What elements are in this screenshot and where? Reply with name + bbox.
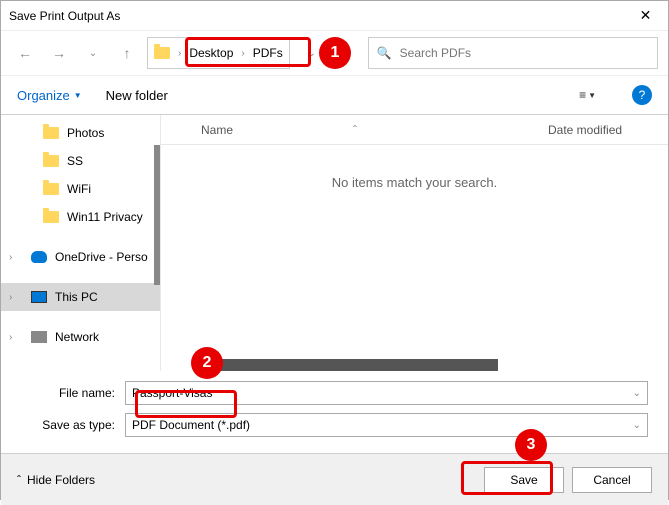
breadcrumb-item[interactable]: PDFs: [253, 46, 283, 60]
new-folder-button[interactable]: New folder: [106, 88, 168, 103]
tree-item[interactable]: › OneDrive - Perso: [1, 243, 160, 271]
up-button[interactable]: ↑: [113, 39, 141, 67]
back-button[interactable]: ←: [11, 39, 39, 67]
breadcrumb[interactable]: › Desktop › PDFs: [147, 37, 290, 69]
search-icon: 🔍: [377, 46, 392, 60]
search-box[interactable]: 🔍: [368, 37, 658, 69]
recent-dropdown[interactable]: ⌄: [79, 39, 107, 67]
chevron-down-icon[interactable]: ⌄: [633, 420, 641, 431]
scrollbar-thumb[interactable]: [201, 359, 498, 371]
annotation-badge: 2: [191, 347, 223, 379]
chevron-right-icon: ›: [241, 48, 244, 59]
view-mode-button[interactable]: ≡ ▼: [579, 88, 596, 102]
file-list-pane: Name ˆ Date modified No items match your…: [161, 115, 668, 371]
tree-item[interactable]: › This PC: [1, 283, 160, 311]
net-icon: [31, 331, 47, 343]
close-button[interactable]: ✕: [623, 1, 668, 31]
tree-item-label: OneDrive - Perso: [55, 250, 148, 264]
tree-item[interactable]: Win11 Privacy: [1, 203, 160, 231]
chevron-up-icon: ˆ: [17, 473, 21, 487]
window-title: Save Print Output As: [9, 9, 120, 23]
sort-indicator-icon: ˆ: [353, 123, 357, 137]
chevron-down-icon[interactable]: ⌄: [633, 388, 641, 399]
hide-folders-toggle[interactable]: ˆ Hide Folders: [17, 473, 95, 487]
title-bar: Save Print Output As ✕: [1, 1, 668, 31]
annotation-badge: 3: [515, 429, 547, 461]
tree-item-label: Win11 Privacy: [67, 210, 143, 224]
empty-message: No items match your search.: [161, 175, 668, 190]
chevron-down-icon: ▼: [74, 91, 82, 100]
forward-button[interactable]: →: [45, 39, 73, 67]
dialog-footer: ˆ Hide Folders Save Cancel: [1, 453, 668, 505]
chevron-right-icon: ›: [178, 48, 181, 59]
horizontal-scrollbar[interactable]: [201, 359, 658, 371]
column-headers: Name ˆ Date modified: [161, 115, 668, 145]
chevron-down-icon: ▼: [588, 91, 596, 100]
save-button[interactable]: Save: [484, 467, 564, 493]
annotation-badge: 1: [319, 37, 351, 69]
folder-icon: [43, 183, 59, 195]
expand-icon[interactable]: ›: [9, 332, 21, 343]
nav-pane: Photos SS WiFi Win11 Privacy › OneDrive - Per…: [1, 115, 161, 371]
scrollbar[interactable]: [154, 145, 160, 285]
tree-item[interactable]: WiFi: [1, 175, 160, 203]
cancel-button[interactable]: Cancel: [572, 467, 652, 493]
tree-item[interactable]: › Network: [1, 323, 160, 351]
tree-item[interactable]: SS: [1, 147, 160, 175]
expand-icon[interactable]: ›: [9, 252, 21, 263]
organize-label: Organize: [17, 88, 70, 103]
tree-item-label: Photos: [67, 126, 104, 140]
tree-item[interactable]: Photos: [1, 119, 160, 147]
tree-item-label: Network: [55, 330, 99, 344]
list-icon: ≡: [579, 88, 586, 102]
pc-icon: [31, 291, 47, 303]
breadcrumb-item[interactable]: Desktop: [189, 46, 233, 60]
command-bar: Organize ▼ New folder ≡ ▼ ?: [1, 75, 668, 115]
folder-icon: [43, 155, 59, 167]
folder-icon: [154, 47, 170, 59]
tree-item-label: SS: [67, 154, 83, 168]
onedrive-icon: [31, 251, 47, 263]
main-area: Photos SS WiFi Win11 Privacy › OneDrive - Per…: [1, 115, 668, 371]
filetype-value: PDF Document (*.pdf): [132, 418, 250, 432]
column-date[interactable]: Date modified: [548, 123, 668, 137]
filename-label: File name:: [21, 386, 125, 400]
folder-icon: [43, 211, 59, 223]
filetype-label: Save as type:: [21, 418, 125, 432]
folder-icon: [43, 127, 59, 139]
help-button[interactable]: ?: [632, 85, 652, 105]
filetype-combo[interactable]: PDF Document (*.pdf) ⌄: [125, 413, 648, 437]
search-input[interactable]: [400, 46, 649, 60]
filename-input[interactable]: [132, 386, 633, 400]
tree-item-label: WiFi: [67, 182, 91, 196]
tree-item-label: This PC: [55, 290, 98, 304]
filename-combo[interactable]: ⌄: [125, 381, 648, 405]
column-name[interactable]: Name ˆ: [201, 123, 548, 137]
expand-icon[interactable]: ›: [9, 292, 21, 303]
organize-menu[interactable]: Organize ▼: [17, 88, 82, 103]
save-fields: File name: ⌄ Save as type: PDF Document …: [1, 371, 668, 453]
